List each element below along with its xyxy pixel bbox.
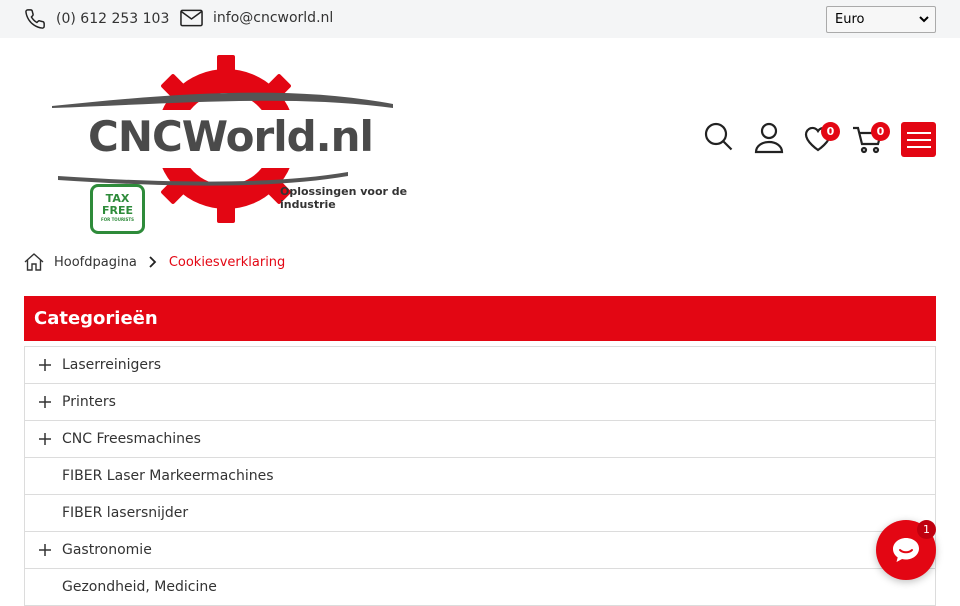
chevron-down-icon bbox=[919, 16, 929, 23]
user-icon[interactable] bbox=[754, 122, 784, 154]
category-item-gastronomie[interactable]: Gastronomie bbox=[25, 532, 935, 569]
menu-button[interactable] bbox=[901, 122, 936, 157]
home-icon[interactable] bbox=[24, 252, 44, 272]
tax-free-small: FOR TOURISTS bbox=[100, 217, 135, 222]
chat-bubble-icon bbox=[893, 538, 919, 562]
wishlist-count-badge: 0 bbox=[821, 122, 840, 141]
plus-icon[interactable] bbox=[38, 358, 52, 372]
hamburger-line bbox=[906, 138, 931, 141]
category-label[interactable]: Laserreinigers bbox=[62, 357, 161, 373]
tax-free-line2: FREE bbox=[101, 204, 133, 217]
category-item-fiber-laser-markeermachines[interactable]: FIBER Laser Markeermachines bbox=[25, 458, 935, 495]
site-logo[interactable]: CNCWorld.nl Oplossingen voor de industri… bbox=[48, 54, 448, 239]
category-label[interactable]: FIBER lasersnijder bbox=[62, 505, 188, 521]
phone-number[interactable]: (0) 612 253 103 bbox=[56, 11, 169, 27]
category-label[interactable]: Printers bbox=[62, 394, 116, 410]
category-label[interactable]: Gastronomie bbox=[62, 542, 152, 558]
logo-wordmark: CNCWorld.nl bbox=[88, 112, 374, 161]
cart-count-badge: 0 bbox=[871, 122, 890, 141]
logo-tagline: Oplossingen voor de industrie bbox=[280, 185, 408, 211]
category-label[interactable]: CNC Freesmachines bbox=[62, 431, 201, 447]
category-label[interactable]: Gezondheid, Medicine bbox=[62, 579, 217, 595]
top-bar: (0) 612 253 103 info@cncworld.nl Euro bbox=[0, 0, 960, 38]
categories-list: Laserreinigers Printers CNC Freesmachine… bbox=[24, 346, 936, 606]
breadcrumb-home-link[interactable]: Hoofdpagina bbox=[54, 255, 137, 270]
plus-icon[interactable] bbox=[38, 543, 52, 557]
category-item-gezondheid-medicine[interactable]: Gezondheid, Medicine bbox=[25, 569, 935, 606]
plus-icon[interactable] bbox=[38, 432, 52, 446]
plus-icon[interactable] bbox=[38, 395, 52, 409]
category-item-printers[interactable]: Printers bbox=[25, 384, 935, 421]
currency-selected: Euro bbox=[835, 12, 865, 27]
category-item-fiber-lasersnijder[interactable]: FIBER lasersnijder bbox=[25, 495, 935, 532]
category-item-cnc-freesmachines[interactable]: CNC Freesmachines bbox=[25, 421, 935, 458]
category-label[interactable]: FIBER Laser Markeermachines bbox=[62, 468, 274, 484]
mail-icon bbox=[180, 9, 203, 27]
currency-select[interactable]: Euro bbox=[826, 6, 936, 33]
breadcrumb-current: Cookiesverklaring bbox=[168, 254, 286, 270]
phone-icon bbox=[25, 9, 45, 29]
email-contact[interactable]: info@cncworld.nl bbox=[180, 8, 333, 28]
chat-unread-badge: 1 bbox=[917, 520, 936, 539]
email-address[interactable]: info@cncworld.nl bbox=[213, 10, 333, 26]
hamburger-line bbox=[906, 131, 931, 134]
search-icon[interactable] bbox=[704, 122, 734, 152]
phone-contact[interactable]: (0) 612 253 103 bbox=[24, 8, 169, 30]
tax-free-badge: TAX FREE FOR TOURISTS bbox=[90, 184, 145, 234]
breadcrumb: Hoofdpagina Cookiesverklaring bbox=[24, 252, 285, 272]
categories-header: Categorieën bbox=[24, 296, 936, 341]
chevron-right-icon bbox=[149, 256, 157, 268]
hamburger-line bbox=[906, 145, 931, 148]
categories-title: Categorieën bbox=[34, 308, 158, 329]
category-item-laserreinigers[interactable]: Laserreinigers bbox=[25, 347, 935, 384]
